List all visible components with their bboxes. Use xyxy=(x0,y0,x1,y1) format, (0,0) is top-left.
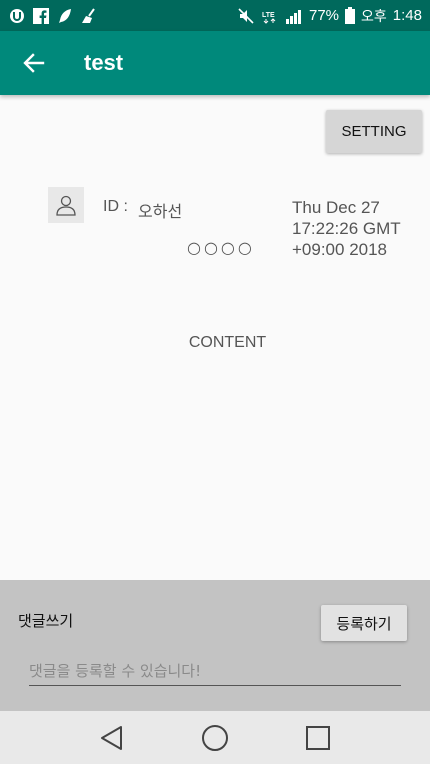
person-icon xyxy=(56,195,76,216)
author-name: 오하선 xyxy=(138,204,183,221)
signal-icon xyxy=(285,7,303,25)
post-date: Thu Dec 27 17:22:26 GMT +09:00 2018 xyxy=(292,198,401,259)
nav-back-button[interactable] xyxy=(88,714,136,762)
feather-icon xyxy=(56,7,74,25)
status-bar: LTE 77% 오후 1:48 xyxy=(0,0,430,31)
comment-input[interactable] xyxy=(29,656,401,686)
broom-icon xyxy=(80,7,98,25)
rating: ○○○○ xyxy=(187,238,255,257)
id-label: ID : xyxy=(103,198,128,215)
recents-square-icon xyxy=(306,725,331,750)
avatar xyxy=(48,187,84,223)
status-bar-right: LTE 77% 오후 1:48 xyxy=(237,6,422,26)
home-circle-icon xyxy=(201,724,228,751)
back-button[interactable] xyxy=(18,47,50,79)
page-title: test xyxy=(84,50,124,75)
back-triangle-icon xyxy=(100,725,122,750)
app-bar: test xyxy=(0,31,430,95)
lte-label: LTE xyxy=(262,12,275,19)
comment-panel: 댓글쓰기 등록하기 xyxy=(0,580,430,711)
u-logo-icon xyxy=(8,7,26,25)
facebook-icon xyxy=(32,7,50,25)
lte-icon: LTE xyxy=(261,7,279,25)
register-button[interactable]: 등록하기 xyxy=(321,605,407,641)
arrow-left-icon xyxy=(23,53,45,73)
battery-icon xyxy=(345,7,356,25)
battery-percent: 77% xyxy=(309,7,340,24)
mute-icon xyxy=(237,7,255,25)
nav-recents-button[interactable] xyxy=(294,714,342,762)
nav-bar xyxy=(0,711,430,764)
comment-label: 댓글쓰기 xyxy=(18,612,74,630)
status-ampm: 오후 xyxy=(361,8,387,25)
setting-button[interactable]: SETTING xyxy=(326,110,422,153)
nav-home-button[interactable] xyxy=(191,714,239,762)
status-time: 1:48 xyxy=(392,7,422,24)
status-bar-left xyxy=(8,7,98,25)
post-content: CONTENT xyxy=(188,334,267,351)
